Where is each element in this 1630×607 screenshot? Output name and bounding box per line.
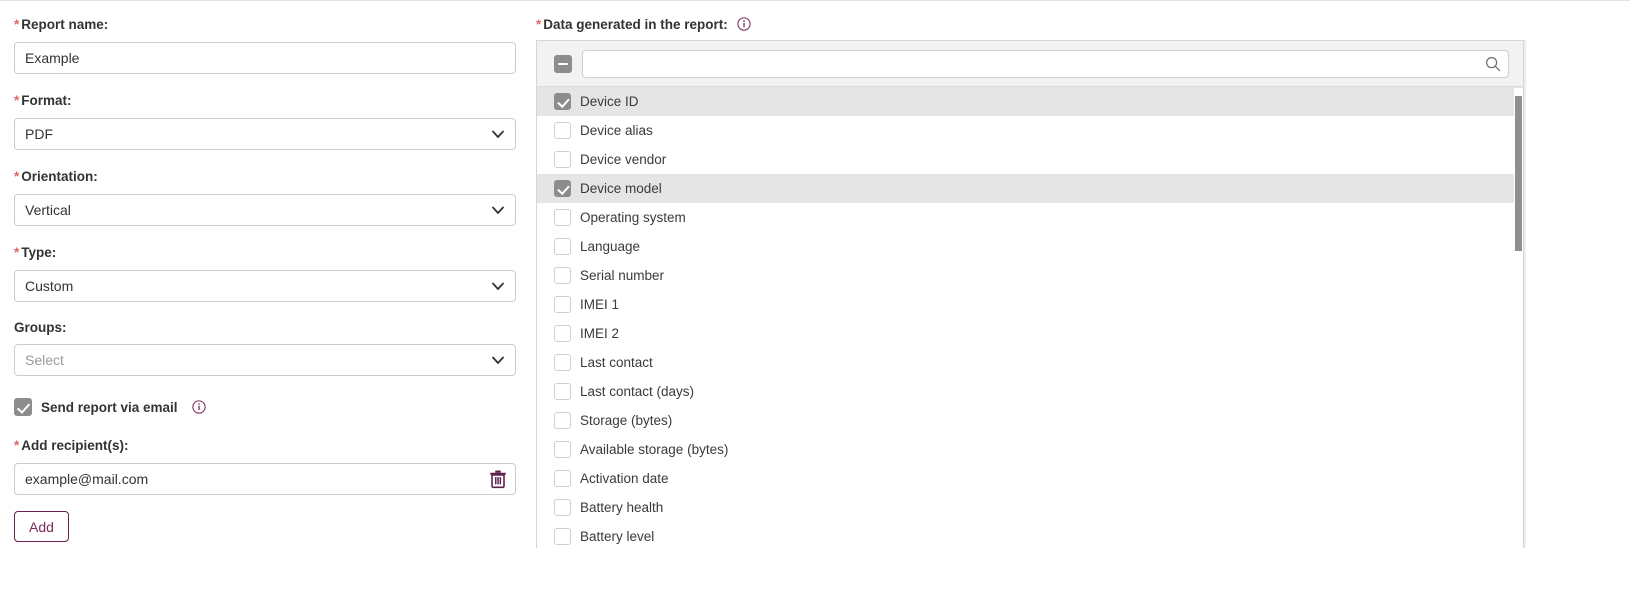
option-row[interactable]: Battery health (537, 493, 1523, 522)
option-row[interactable]: Available storage (bytes) (537, 435, 1523, 464)
recipient-email-input[interactable] (14, 463, 516, 495)
option-row[interactable]: Storage (bytes) (537, 406, 1523, 435)
type-select-value: Custom (14, 270, 516, 302)
option-label: Serial number (580, 268, 665, 283)
option-checkbox[interactable] (554, 325, 571, 342)
option-row[interactable]: Battery level (537, 522, 1523, 548)
option-checkbox[interactable] (554, 238, 571, 255)
option-label: Operating system (580, 210, 686, 225)
option-checkbox[interactable] (554, 267, 571, 284)
option-label: Available storage (bytes) (580, 442, 729, 457)
report-configuration-page: *Report name: *Format: PDF *Orientation:… (0, 0, 1630, 607)
option-label: Device vendor (580, 152, 667, 167)
send-report-via-email-checkbox[interactable] (14, 398, 32, 416)
panel-edge-shadow (1524, 40, 1527, 548)
add-recipient-button[interactable]: Add (14, 511, 69, 542)
option-label: Device alias (580, 123, 653, 138)
format-select[interactable]: PDF (14, 118, 516, 150)
option-checkbox[interactable] (554, 151, 571, 168)
option-label: Device model (580, 181, 662, 196)
option-checkbox[interactable] (554, 93, 571, 110)
option-checkbox[interactable] (554, 354, 571, 371)
format-label: * Format: (14, 93, 72, 108)
report-settings-column: *Report name: *Format: PDF *Orientation:… (14, 1, 516, 542)
required-asterisk: * (14, 438, 20, 453)
report-name-input[interactable] (14, 42, 516, 74)
search-field-wrap (582, 49, 1509, 78)
send-report-via-email-row[interactable]: Send report via email (14, 398, 516, 416)
type-label: * Type: (14, 245, 57, 260)
type-select[interactable]: Custom (14, 270, 516, 302)
option-row[interactable]: Language (537, 232, 1523, 261)
option-checkbox[interactable] (554, 412, 571, 429)
groups-field-group: Groups: Select (14, 320, 516, 376)
format-select-value: PDF (14, 118, 516, 150)
option-checkbox[interactable] (554, 209, 571, 226)
option-row[interactable]: Device alias (537, 116, 1523, 145)
option-label: Language (580, 239, 641, 254)
info-circle-icon[interactable] (191, 400, 206, 414)
data-options-panel-header (537, 41, 1523, 87)
delete-recipient-button[interactable] (489, 470, 507, 489)
option-row[interactable]: Operating system (537, 203, 1523, 232)
report-name-field-group: * Report name: (14, 1, 516, 74)
type-field-group: * Type: Custom (14, 244, 516, 302)
recipients-label: * Add recipient(s): (14, 438, 129, 453)
option-label: Storage (bytes) (580, 413, 673, 428)
required-asterisk: * (536, 17, 542, 32)
data-panel-label-row: * Data generated in the report: (536, 1, 1536, 34)
option-row[interactable]: Activation date (537, 464, 1523, 493)
option-row[interactable]: IMEI 1 (537, 290, 1523, 319)
recipients-field-group: *Add recipient(s): Add (14, 437, 516, 542)
orientation-select[interactable]: Vertical (14, 194, 516, 226)
groups-label: Groups: (14, 320, 67, 335)
options-list-scrollbar-track[interactable] (1514, 88, 1523, 548)
option-label: Battery level (580, 529, 655, 544)
options-list-scrollbar-thumb[interactable] (1515, 96, 1522, 251)
option-checkbox[interactable] (554, 383, 571, 400)
required-asterisk: * (14, 245, 20, 260)
option-row[interactable]: Device vendor (537, 145, 1523, 174)
select-all-checkbox[interactable] (554, 54, 572, 73)
option-row[interactable]: Device model (537, 174, 1523, 203)
trash-icon (490, 470, 506, 489)
option-row[interactable]: Device ID (537, 87, 1523, 116)
search-input[interactable] (582, 49, 1509, 78)
data-options-list[interactable]: Device ID Device alias Device vendor Device… (537, 87, 1523, 548)
option-row[interactable]: Last contact (537, 348, 1523, 377)
groups-select-placeholder: Select (14, 344, 516, 376)
option-label: IMEI 1 (580, 297, 620, 312)
option-checkbox[interactable] (554, 470, 571, 487)
required-asterisk: * (14, 93, 20, 108)
report-name-label: * Report name: (14, 17, 109, 32)
option-checkbox[interactable] (554, 122, 571, 139)
option-checkbox[interactable] (554, 441, 571, 458)
option-label: Activation date (580, 471, 669, 486)
data-options-panel: Device ID Device alias Device vendor Device… (536, 40, 1524, 548)
recipient-row (14, 463, 516, 495)
required-asterisk: * (14, 17, 20, 32)
info-circle-icon[interactable] (737, 17, 751, 31)
option-checkbox[interactable] (554, 528, 571, 545)
option-checkbox[interactable] (554, 180, 571, 197)
required-asterisk: * (14, 169, 20, 184)
option-checkbox[interactable] (554, 296, 571, 313)
data-selection-column: * Data generated in the report: (536, 1, 1536, 34)
option-label: Last contact (580, 355, 653, 370)
orientation-field-group: * Orientation: Vertical (14, 168, 516, 226)
option-row[interactable]: Serial number (537, 261, 1523, 290)
option-label: Last contact (days) (580, 384, 695, 399)
orientation-label: * Orientation: (14, 169, 98, 184)
send-report-via-email-label: Send report via email (41, 399, 178, 415)
groups-select[interactable]: Select (14, 344, 516, 376)
option-label: Battery health (580, 500, 664, 515)
orientation-select-value: Vertical (14, 194, 516, 226)
option-label: Device ID (580, 94, 639, 109)
option-row[interactable]: Last contact (days) (537, 377, 1523, 406)
option-checkbox[interactable] (554, 499, 571, 516)
option-label: IMEI 2 (580, 326, 620, 341)
option-row[interactable]: IMEI 2 (537, 319, 1523, 348)
format-field-group: * Format: PDF (14, 92, 516, 150)
